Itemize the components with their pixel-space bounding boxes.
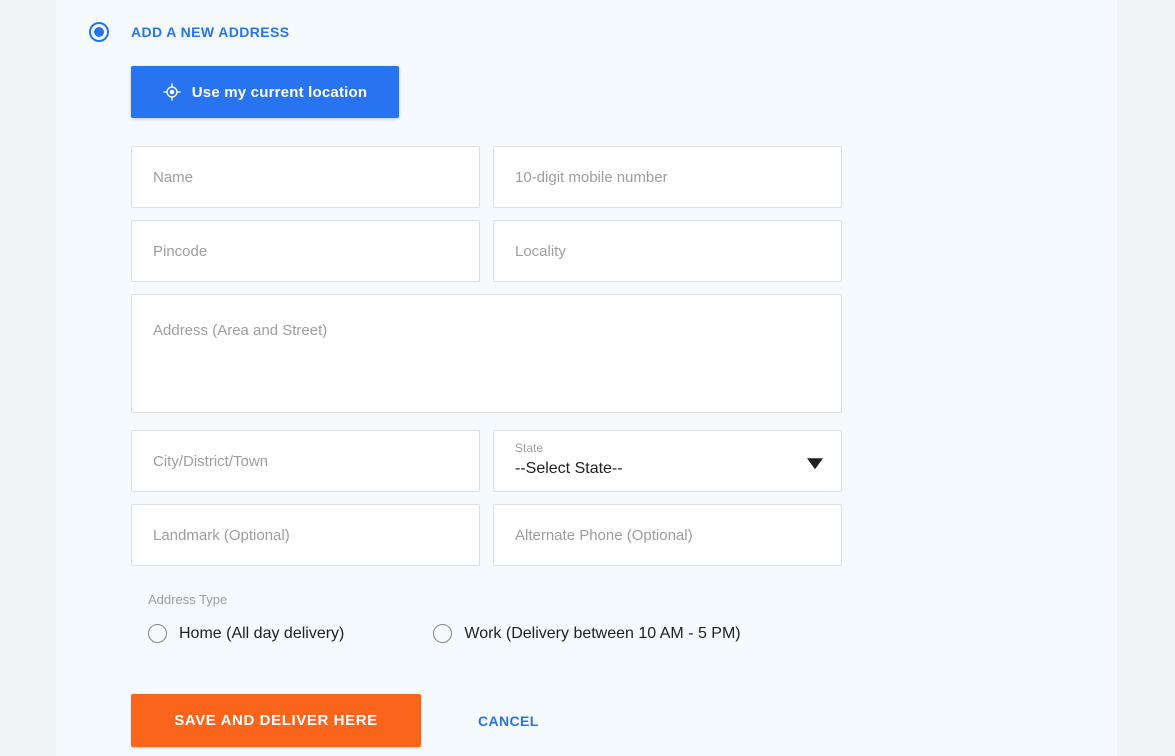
use-current-location-button[interactable]: Use my current location (131, 66, 399, 118)
use-current-location-label: Use my current location (192, 84, 367, 101)
address-form: State --Select State-- (131, 146, 842, 566)
state-select-value: --Select State-- (515, 456, 820, 482)
address-type-label: Address Type (148, 592, 842, 607)
form-col-state: State --Select State-- (493, 430, 842, 492)
add-address-body: Use my current location (56, 42, 1117, 747)
form-row-city-state: State --Select State-- (131, 430, 842, 492)
address-type-home-label: Home (All day delivery) (179, 625, 344, 643)
form-col-pincode (131, 220, 480, 282)
radio-dot (94, 27, 104, 37)
form-col-landmark (131, 504, 480, 566)
form-col-address (131, 294, 842, 418)
address-type-options: Home (All day delivery) Work (Delivery b… (131, 624, 842, 643)
form-row-address (131, 294, 842, 418)
form-col-alternate-phone (493, 504, 842, 566)
form-col-city (131, 430, 480, 492)
city-input[interactable] (131, 430, 480, 492)
state-select-caption: State (515, 440, 820, 456)
address-type-work-label: Work (Delivery between 10 AM - 5 PM) (464, 625, 740, 643)
gps-crosshair-icon (163, 83, 181, 101)
form-row-landmark-altphone (131, 504, 842, 566)
save-and-deliver-button[interactable]: SAVE AND DELIVER HERE (131, 694, 421, 747)
radio-selected-icon[interactable] (89, 22, 109, 42)
page-title: ADD A NEW ADDRESS (131, 24, 289, 40)
alternate-phone-input[interactable] (493, 504, 842, 566)
locality-input[interactable] (493, 220, 842, 282)
add-address-header[interactable]: ADD A NEW ADDRESS (56, 0, 1117, 42)
address-textarea[interactable] (131, 294, 842, 413)
page-root: ADD A NEW ADDRESS Use my current locatio… (0, 0, 1175, 756)
form-col-mobile (493, 146, 842, 208)
state-select[interactable]: State --Select State-- (493, 430, 842, 492)
address-type-option-home[interactable]: Home (All day delivery) (131, 624, 344, 643)
radio-empty-icon[interactable] (148, 624, 167, 643)
form-row-name-mobile (131, 146, 842, 208)
cancel-button[interactable]: CANCEL (472, 712, 545, 730)
form-col-locality (493, 220, 842, 282)
radio-empty-icon[interactable] (433, 624, 452, 643)
add-address-card: ADD A NEW ADDRESS Use my current locatio… (56, 0, 1117, 756)
form-row-pincode-locality (131, 220, 842, 282)
mobile-number-input[interactable] (493, 146, 842, 208)
form-col-name (131, 146, 480, 208)
address-type-option-work[interactable]: Work (Delivery between 10 AM - 5 PM) (416, 624, 740, 643)
form-actions: SAVE AND DELIVER HERE CANCEL (131, 694, 1117, 747)
address-type-group: Address Type Home (All day delivery) Wor… (131, 592, 842, 643)
pincode-input[interactable] (131, 220, 480, 282)
landmark-input[interactable] (131, 504, 480, 566)
name-input[interactable] (131, 146, 480, 208)
chevron-down-icon (807, 458, 823, 469)
